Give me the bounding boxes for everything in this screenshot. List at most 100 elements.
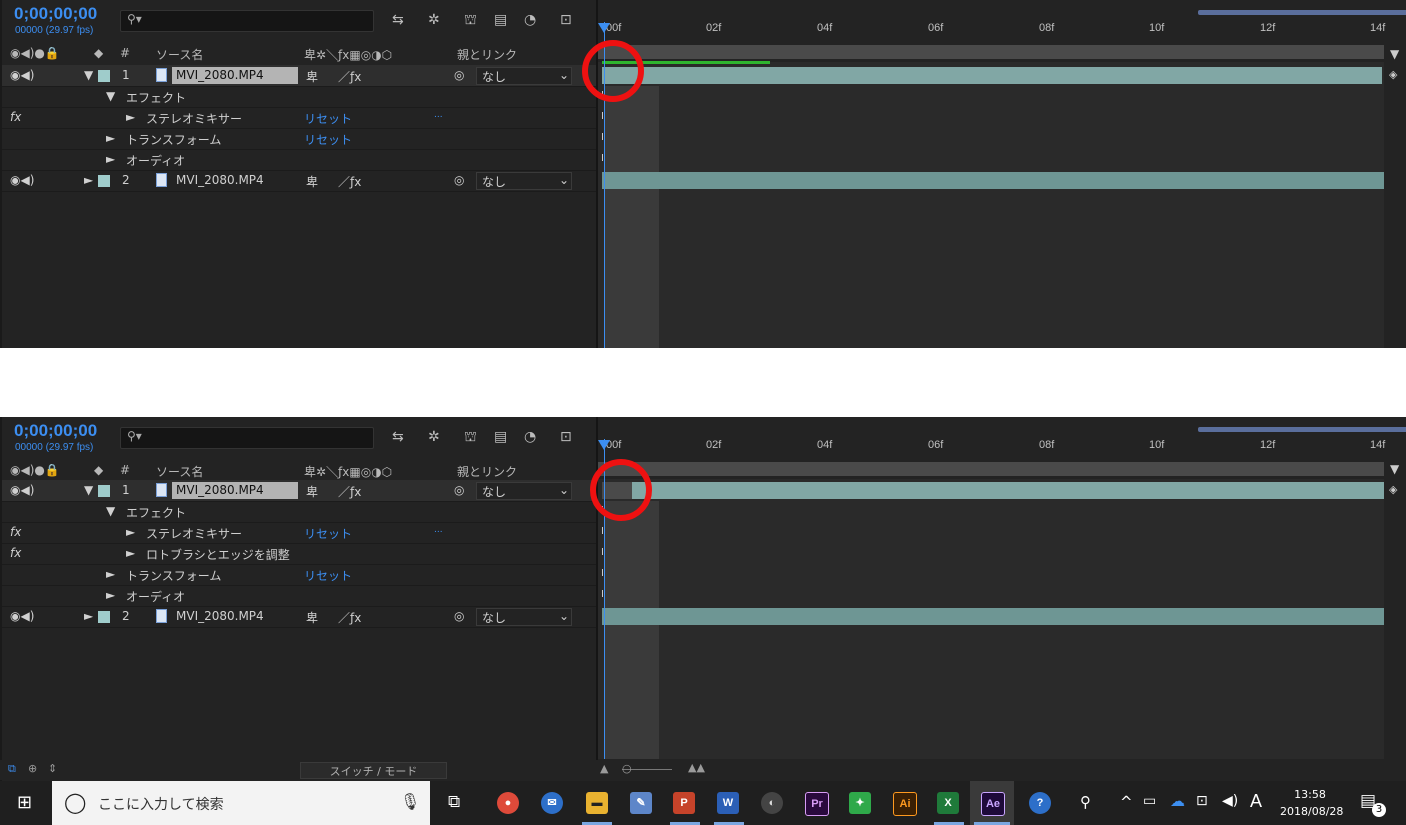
layer-duration-bar[interactable]: [602, 67, 1382, 84]
label-icon[interactable]: ◆: [94, 46, 103, 60]
parent-dropdown[interactable]: なし ⌄: [476, 67, 572, 85]
effects-group-row[interactable]: ▼ エフェクト: [2, 501, 596, 523]
comp-flowchart-icon[interactable]: ⇆: [392, 12, 404, 28]
frame-blending-icon[interactable]: ▤: [494, 12, 507, 28]
zoom-out-icon[interactable]: ▲: [600, 762, 608, 775]
thunderbird-icon[interactable]: ✉: [541, 792, 563, 814]
visibility-icon[interactable]: ◉◀): [10, 68, 34, 82]
collapse-switch-icon[interactable]: 卑: [306, 173, 318, 190]
work-area-bar[interactable]: [598, 45, 1384, 59]
label-color-swatch[interactable]: [98, 175, 110, 187]
comp-marker-icon[interactable]: ◈: [1389, 483, 1397, 496]
reset-link[interactable]: リセット: [304, 131, 352, 148]
expand-arrow-icon[interactable]: ▼: [106, 89, 115, 103]
label-color-swatch[interactable]: [98, 70, 110, 82]
shy-layers-icon[interactable]: ⛫: [464, 429, 477, 447]
av-switches-icon[interactable]: ◉◀)●🔒: [10, 46, 60, 60]
label-color-swatch[interactable]: [98, 485, 110, 497]
layer-duration-bar[interactable]: [602, 608, 1384, 625]
marker-icon[interactable]: ▼: [1390, 462, 1399, 476]
time-navigator-bar[interactable]: [1198, 427, 1406, 432]
switches-icons[interactable]: 卑✲＼ƒx▦◎◑⬡: [304, 463, 392, 480]
evernote-icon[interactable]: ✦: [849, 792, 871, 814]
time-ruler[interactable]: 00f 02f 04f 06f 08f 10f 12f 14f: [598, 427, 1406, 461]
expand-arrow-icon[interactable]: ▼: [106, 504, 115, 518]
shy-layers-icon[interactable]: ⛫: [464, 12, 477, 30]
collapse-arrow-icon[interactable]: ►: [126, 546, 135, 560]
battery-icon[interactable]: ▭: [1143, 793, 1156, 809]
windows-start-icon[interactable]: ⊞: [17, 792, 32, 813]
collapse-arrow-icon[interactable]: ►: [84, 173, 93, 187]
excel-icon[interactable]: X: [937, 792, 959, 814]
effect-row[interactable]: fx ► ステレオミキサー リセット ...: [2, 107, 596, 129]
fx-icon[interactable]: fx: [10, 525, 21, 539]
label-color-swatch[interactable]: [98, 611, 110, 623]
onedrive-icon[interactable]: ☁: [1170, 792, 1185, 810]
chrome-icon[interactable]: ●: [497, 792, 519, 814]
time-navigator-bar[interactable]: [1198, 10, 1406, 15]
collapse-switch-icon[interactable]: 卑: [306, 483, 318, 500]
effect-row[interactable]: fx ► ステレオミキサー リセット ...: [2, 522, 596, 544]
effect-options-link[interactable]: ...: [434, 110, 443, 120]
timeline-track-area[interactable]: [598, 62, 1384, 348]
current-timecode[interactable]: 0;00;00;00: [14, 4, 97, 24]
collapse-arrow-icon[interactable]: ►: [126, 525, 135, 539]
tray-chevron-icon[interactable]: ^: [1120, 793, 1133, 811]
motion-blur-icon[interactable]: ◔: [524, 429, 536, 445]
layer-search-input[interactable]: ⚲▾: [120, 10, 374, 32]
draft-3d-icon[interactable]: ✲: [428, 429, 440, 445]
creative-cloud-icon[interactable]: ◐: [761, 792, 783, 814]
frame-blending-icon[interactable]: ▤: [494, 429, 507, 445]
transform-row[interactable]: ► トランスフォーム リセット: [2, 128, 596, 150]
taskbar-clock[interactable]: 13:58 2018/08/28: [1280, 786, 1343, 820]
expand-arrow-icon[interactable]: ▼: [84, 68, 93, 82]
network-icon[interactable]: ⊡: [1196, 793, 1208, 809]
layer-row[interactable]: ◉◀) ▼ 1 MVI_2080.MP4 卑 ／ƒx ◎ なし ⌄: [2, 480, 596, 502]
quality-switch-icon[interactable]: ／ƒx: [338, 68, 361, 85]
layer-row[interactable]: ◉◀) ► 2 MVI_2080.MP4 卑 ／ƒx ◎ なし ⌄: [2, 606, 596, 628]
visibility-icon[interactable]: ◉◀): [10, 173, 34, 187]
quality-switch-icon[interactable]: ／ƒx: [338, 483, 361, 500]
layer-name-box[interactable]: MVI_2080.MP4: [172, 482, 298, 499]
transform-row[interactable]: ► トランスフォーム リセット: [2, 564, 596, 586]
column-source-name[interactable]: ソース名: [156, 46, 203, 63]
ime-indicator[interactable]: A: [1250, 791, 1262, 812]
audio-row[interactable]: ► オーディオ: [2, 149, 596, 171]
transfer-controls-toggle-icon[interactable]: ⊕: [28, 762, 37, 775]
fx-icon[interactable]: fx: [10, 110, 21, 124]
reset-link[interactable]: リセット: [304, 567, 352, 584]
layer-switches-toggle-icon[interactable]: ⧉: [8, 762, 16, 776]
collapse-switch-icon[interactable]: 卑: [306, 68, 318, 85]
column-source-name[interactable]: ソース名: [156, 463, 203, 480]
collapse-arrow-icon[interactable]: ►: [106, 588, 115, 602]
comp-flowchart-icon[interactable]: ⇆: [392, 429, 404, 445]
switch-mode-toggle[interactable]: スイッチ / モード: [300, 762, 447, 779]
pickwhip-icon[interactable]: ◎: [454, 483, 464, 497]
collapse-arrow-icon[interactable]: ►: [106, 152, 115, 166]
visibility-icon[interactable]: ◉◀): [10, 609, 34, 623]
layer-name[interactable]: MVI_2080.MP4: [176, 173, 264, 187]
task-view-icon[interactable]: ⧉: [448, 792, 460, 812]
quality-switch-icon[interactable]: ／ƒx: [338, 173, 361, 190]
collapse-switch-icon[interactable]: 卑: [306, 609, 318, 626]
after-effects-icon[interactable]: Ae: [981, 792, 1005, 816]
parent-dropdown[interactable]: なし ⌄: [476, 172, 572, 190]
file-explorer-icon[interactable]: ▬: [586, 792, 608, 814]
reset-link[interactable]: リセット: [304, 525, 352, 542]
layer-name[interactable]: MVI_2080.MP4: [176, 609, 264, 623]
marker-icon[interactable]: ▼: [1390, 47, 1399, 61]
time-ruler[interactable]: 00f 02f 04f 06f 08f 10f 12f 14f: [598, 10, 1406, 44]
draft-3d-icon[interactable]: ✲: [428, 12, 440, 28]
graph-editor-icon[interactable]: ⊡: [560, 12, 572, 28]
pickwhip-icon[interactable]: ◎: [454, 609, 464, 623]
collapse-arrow-icon[interactable]: ►: [84, 609, 93, 623]
collapse-arrow-icon[interactable]: ►: [106, 567, 115, 581]
premiere-icon[interactable]: Pr: [805, 792, 829, 816]
audio-row[interactable]: ► オーディオ: [2, 585, 596, 607]
current-timecode[interactable]: 0;00;00;00: [14, 421, 97, 441]
graph-editor-icon[interactable]: ⊡: [560, 429, 572, 445]
playhead-handle-icon[interactable]: [598, 440, 610, 450]
comp-marker-icon[interactable]: ◈: [1389, 68, 1397, 81]
switches-icons[interactable]: 卑✲＼ƒx▦◎◑⬡: [304, 46, 392, 63]
column-parent[interactable]: 親とリンク: [457, 463, 517, 480]
